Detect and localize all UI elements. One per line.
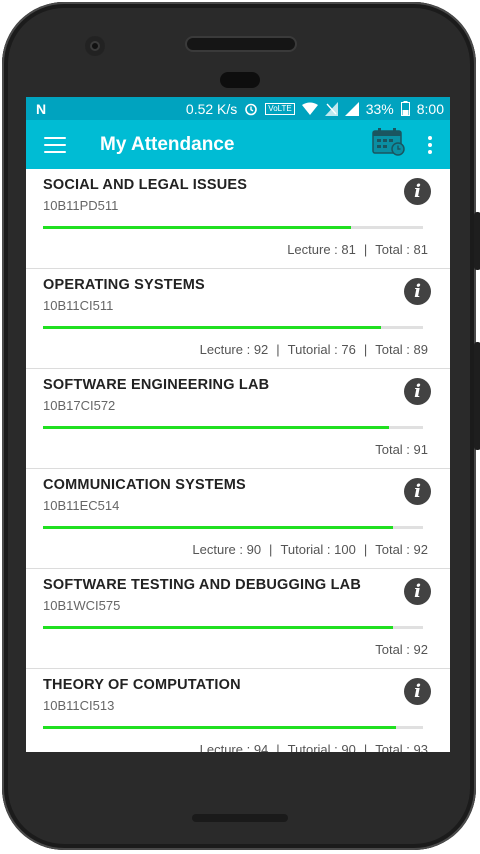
attendance-progress-bar	[43, 626, 423, 629]
attendance-stats: Lecture : 94 | Tutorial : 90 | Total : 93	[200, 742, 428, 752]
info-icon[interactable]: i	[404, 178, 431, 205]
network-speed: 0.52 K/s	[185, 100, 238, 117]
wifi-icon	[301, 102, 318, 115]
course-code: 10B11EC514	[43, 498, 120, 513]
volume-button	[474, 212, 480, 270]
attendance-progress-fill	[43, 426, 389, 429]
stat-value: Total : 93	[375, 742, 428, 752]
attendance-progress-bar	[43, 526, 423, 529]
calendar-icon[interactable]	[372, 128, 406, 161]
more-vert-icon[interactable]	[420, 135, 440, 154]
course-code: 10B11CI513	[43, 698, 115, 713]
clock: 8:00	[416, 100, 444, 117]
info-icon[interactable]: i	[404, 478, 431, 505]
battery-percent: 33%	[365, 100, 394, 117]
stat-value: Lecture : 90	[192, 542, 262, 557]
battery-icon	[400, 101, 410, 116]
course-name: SOFTWARE TESTING AND DEBUGGING LAB	[43, 577, 362, 593]
stat-value: Total : 81	[375, 242, 428, 257]
course-code: 10B1WCI575	[43, 598, 121, 613]
attendance-progress-bar	[43, 326, 423, 329]
attendance-stats: Lecture : 90 | Tutorial : 100 | Total : 92	[192, 542, 428, 557]
volte-badge: VoLTE	[265, 102, 295, 115]
stat-value: Total : 92	[375, 642, 428, 657]
stat-value: Lecture : 94	[199, 742, 269, 752]
proximity-sensor	[220, 72, 260, 88]
course-code: 10B17CI572	[43, 398, 116, 413]
stat-value: Tutorial : 100	[280, 542, 356, 557]
stat-value: Tutorial : 76	[287, 342, 356, 357]
course-card[interactable]: SOFTWARE TESTING AND DEBUGGING LAB 10B1WC…	[26, 569, 450, 669]
info-icon[interactable]: i	[404, 578, 431, 605]
attendance-progress-fill	[43, 226, 351, 229]
bottom-bezel	[192, 814, 288, 822]
notification-n-icon: N	[36, 100, 47, 117]
attendance-stats: Total : 92	[375, 642, 428, 657]
hamburger-menu-icon[interactable]	[44, 136, 66, 153]
course-card[interactable]: THEORY OF COMPUTATION 10B11CI513 i Lecture …	[26, 669, 450, 752]
front-camera	[85, 36, 105, 56]
attendance-progress-bar	[43, 226, 423, 229]
signal-no-sim-icon	[324, 101, 338, 116]
signal-icon	[344, 101, 359, 116]
page-title: My Attendance	[100, 133, 235, 155]
course-name: COMMUNICATION SYSTEMS	[43, 477, 246, 493]
course-code: 10B11CI511	[43, 298, 114, 313]
attendance-progress-fill	[43, 326, 382, 329]
attendance-progress-fill	[43, 626, 393, 629]
alarm-icon	[244, 102, 258, 116]
status-bar: N 0.52 K/s VoLTE 33% 8:00	[26, 97, 450, 120]
course-name: THEORY OF COMPUTATION	[43, 677, 241, 693]
stat-value: Total : 89	[375, 342, 428, 357]
app-screen: N 0.52 K/s VoLTE 33% 8:00 My Attendance	[26, 97, 450, 752]
stat-value: Total : 92	[375, 542, 428, 557]
attendance-stats: Lecture : 81 | Total : 81	[287, 242, 428, 257]
earpiece-speaker	[187, 38, 295, 50]
stat-value: Total : 91	[375, 442, 428, 457]
info-icon[interactable]: i	[404, 378, 431, 405]
stat-value: Lecture : 92	[199, 342, 269, 357]
attendance-stats: Lecture : 92 | Tutorial : 76 | Total : 89	[199, 342, 428, 357]
course-name: OPERATING SYSTEMS	[43, 277, 205, 293]
course-card[interactable]: OPERATING SYSTEMS 10B11CI511 i Lecture : 92…	[26, 269, 450, 369]
power-button	[474, 342, 480, 450]
course-list: SOCIAL AND LEGAL ISSUES 10B11PD511 i Lectur…	[26, 169, 450, 752]
course-card[interactable]: SOFTWARE ENGINEERING LAB 10B17CI572 i Total…	[26, 369, 450, 469]
course-code: 10B11PD511	[43, 198, 119, 213]
stat-value: Tutorial : 90	[287, 742, 356, 752]
course-card[interactable]: COMMUNICATION SYSTEMS 10B11EC514 i Lecture …	[26, 469, 450, 569]
course-card[interactable]: SOCIAL AND LEGAL ISSUES 10B11PD511 i Lectur…	[26, 169, 450, 269]
attendance-progress-bar	[43, 426, 423, 429]
attendance-stats: Total : 91	[375, 442, 428, 457]
attendance-progress-fill	[43, 726, 397, 729]
course-name: SOCIAL AND LEGAL ISSUES	[43, 177, 248, 193]
info-icon[interactable]: i	[404, 278, 431, 305]
info-icon[interactable]: i	[404, 678, 431, 705]
attendance-progress-bar	[43, 726, 423, 729]
attendance-progress-fill	[43, 526, 393, 529]
stat-value: Lecture : 81	[287, 242, 356, 257]
course-name: SOFTWARE ENGINEERING LAB	[43, 377, 270, 393]
app-bar: My Attendance	[26, 120, 450, 169]
